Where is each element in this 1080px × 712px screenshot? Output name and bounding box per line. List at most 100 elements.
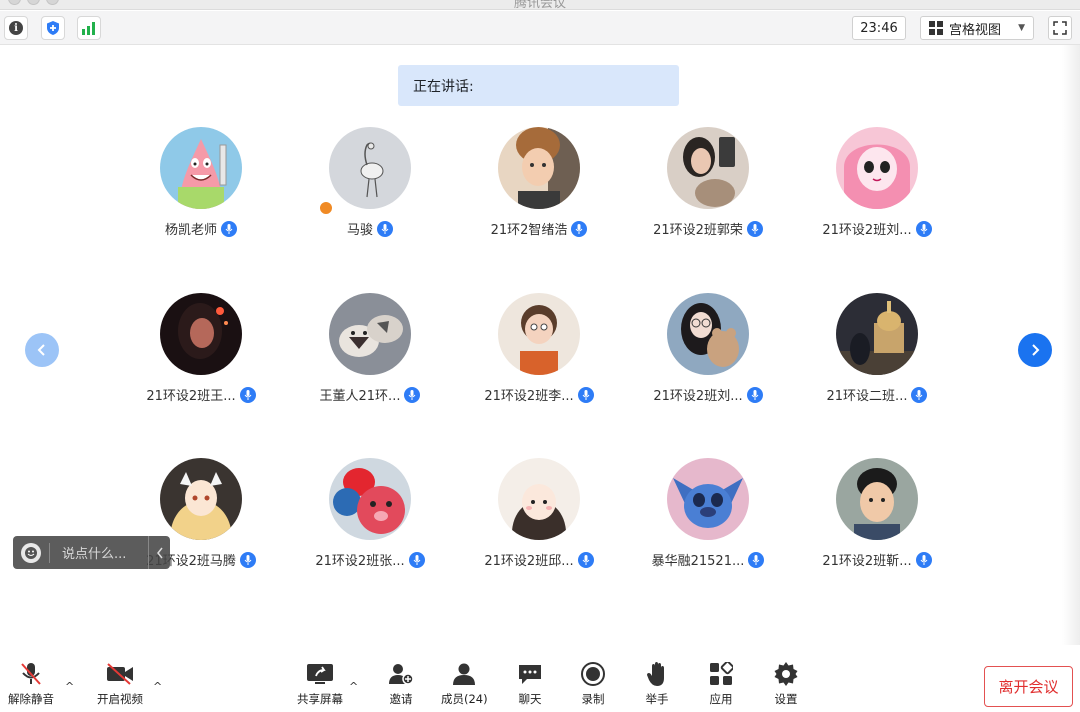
- participant-name: 21环设2班刘...: [822, 223, 912, 238]
- chat-icon: [519, 665, 541, 684]
- apps-button[interactable]: 应用: [706, 660, 736, 707]
- avatar: [667, 127, 749, 209]
- active-speaker-banner: 正在讲话:: [398, 65, 679, 106]
- raise-hand-button[interactable]: 举手: [642, 660, 672, 707]
- participant-tile[interactable]: 暴华融21521...: [624, 458, 792, 588]
- view-mode-label: 宫格视图: [949, 22, 1002, 38]
- participant-tile[interactable]: 21环设2班张...: [286, 458, 454, 588]
- chat-label: 聊天: [518, 692, 542, 706]
- apps-label: 应用: [709, 692, 733, 706]
- window-title: 腾讯会议: [513, 0, 566, 10]
- share-screen-label: 共享屏幕: [297, 692, 343, 706]
- microphone-muted-icon: [21, 663, 41, 685]
- leave-meeting-button[interactable]: 离开会议: [984, 666, 1073, 707]
- record-button[interactable]: 录制: [578, 660, 608, 707]
- participant-tile[interactable]: 21环设2班刘...: [793, 127, 961, 257]
- participant-tile[interactable]: 21环设2班靳...: [793, 458, 961, 588]
- participant-name: 暴华融21521...: [651, 554, 745, 569]
- fullscreen-button[interactable]: [1048, 16, 1072, 40]
- participant-name: 21环设2班刘...: [653, 389, 743, 404]
- speaking-label: 正在讲话:: [413, 78, 474, 95]
- avatar: [160, 127, 242, 209]
- participant-name-row: 21环设2班靳...: [793, 550, 961, 569]
- collapse-chat-button[interactable]: [148, 536, 170, 569]
- participant-tile[interactable]: 王董人21环...: [286, 293, 454, 423]
- participant-name: 21环设2班李...: [484, 389, 574, 404]
- quick-chat-box[interactable]: 说点什么...: [13, 536, 170, 569]
- participant-tile[interactable]: 21环2智绪浩: [455, 127, 623, 257]
- microphone-icon: [404, 386, 421, 403]
- scroll-edge: [1062, 45, 1080, 645]
- view-mode-select[interactable]: 宫格视图 ▼: [920, 16, 1034, 40]
- invite-button[interactable]: 邀请: [386, 660, 416, 707]
- participant-name-row: 21环2智绪浩: [455, 219, 623, 238]
- meeting-info-button[interactable]: i: [4, 16, 28, 40]
- unmute-label: 解除静音: [8, 692, 54, 706]
- participant-tile[interactable]: 21环设2班邱...: [455, 458, 623, 588]
- participant-name: 21环设2班郭荣: [653, 223, 743, 238]
- members-button[interactable]: 成员(24): [441, 660, 488, 707]
- raise-hand-label: 举手: [645, 692, 669, 706]
- participant-name: 21环设2班张...: [315, 554, 405, 569]
- microphone-icon: [915, 551, 932, 568]
- microphone-icon: [408, 551, 425, 568]
- avatar: [498, 458, 580, 540]
- participant-name-row: 马骏: [286, 219, 454, 238]
- participant-name-row: 21环设2班刘...: [624, 385, 792, 404]
- add-user-icon: [389, 664, 414, 685]
- security-button[interactable]: [41, 16, 65, 40]
- avatar: [329, 458, 411, 540]
- avatar: [498, 127, 580, 209]
- participant-tile[interactable]: 21环设2班王...: [117, 293, 285, 423]
- raise-hand-icon: [647, 662, 664, 686]
- avatar: [160, 293, 242, 375]
- participant-name-row: 暴华融21521...: [624, 550, 792, 569]
- participant-tile[interactable]: 21环设二班...: [793, 293, 961, 423]
- share-screen-button[interactable]: 共享屏幕: [297, 660, 343, 707]
- chevron-right-icon: [1032, 344, 1040, 356]
- previous-page-button[interactable]: [25, 333, 59, 367]
- bottom-toolbar: 解除静音 ^ 开启视频 ^ 共享屏幕 ^ 邀请 成员(24) 聊天 录制 举手 …: [0, 652, 1080, 712]
- unmute-button[interactable]: 解除静音: [8, 660, 54, 707]
- microphone-icon: [221, 220, 237, 237]
- chat-input[interactable]: 说点什么...: [62, 543, 126, 562]
- participant-name: 21环设2班靳...: [822, 554, 912, 569]
- microphone-icon: [239, 551, 256, 568]
- participant-name: 21环设二班...: [826, 389, 908, 404]
- participant-name-row: 21环设2班刘...: [793, 219, 961, 238]
- avatar: [836, 293, 918, 375]
- participant-tile[interactable]: 杨凯老师: [117, 127, 285, 257]
- participant-tile[interactable]: 21环设2班郭荣: [624, 127, 792, 257]
- participant-name: 王董人21环...: [319, 389, 401, 404]
- video-options-caret-icon[interactable]: ^: [153, 680, 162, 693]
- avatar: [667, 458, 749, 540]
- apps-icon: [710, 662, 733, 685]
- avatar: [836, 458, 918, 540]
- emoji-icon[interactable]: [21, 542, 41, 563]
- next-page-button[interactable]: [1018, 333, 1052, 367]
- participant-tile[interactable]: 21环设2班刘...: [624, 293, 792, 423]
- participant-name-row: 杨凯老师: [117, 219, 285, 238]
- participant-tile[interactable]: 马骏: [286, 127, 454, 257]
- microphone-icon: [746, 220, 763, 237]
- participant-tile[interactable]: 21环设2班李...: [455, 293, 623, 423]
- info-icon: i: [9, 21, 23, 35]
- participant-name-row: 21环设2班郭荣: [624, 219, 792, 238]
- share-options-caret-icon[interactable]: ^: [349, 680, 358, 693]
- fullscreen-icon: [1053, 21, 1067, 35]
- host-badge-icon: [318, 200, 334, 216]
- audio-options-caret-icon[interactable]: ^: [65, 680, 74, 693]
- settings-button[interactable]: 设置: [771, 660, 801, 707]
- avatar: [329, 293, 411, 375]
- chevron-left-icon: [37, 344, 45, 356]
- microphone-icon: [915, 220, 932, 237]
- network-status-button[interactable]: [77, 16, 101, 40]
- chat-button[interactable]: 聊天: [515, 660, 545, 707]
- participant-name-row: 王董人21环...: [286, 385, 454, 404]
- microphone-icon: [748, 551, 765, 568]
- chevron-left-icon: [156, 547, 163, 558]
- start-video-button[interactable]: 开启视频: [97, 660, 143, 707]
- microphone-icon: [577, 386, 594, 403]
- invite-label: 邀请: [389, 692, 413, 706]
- gear-icon: [774, 662, 798, 686]
